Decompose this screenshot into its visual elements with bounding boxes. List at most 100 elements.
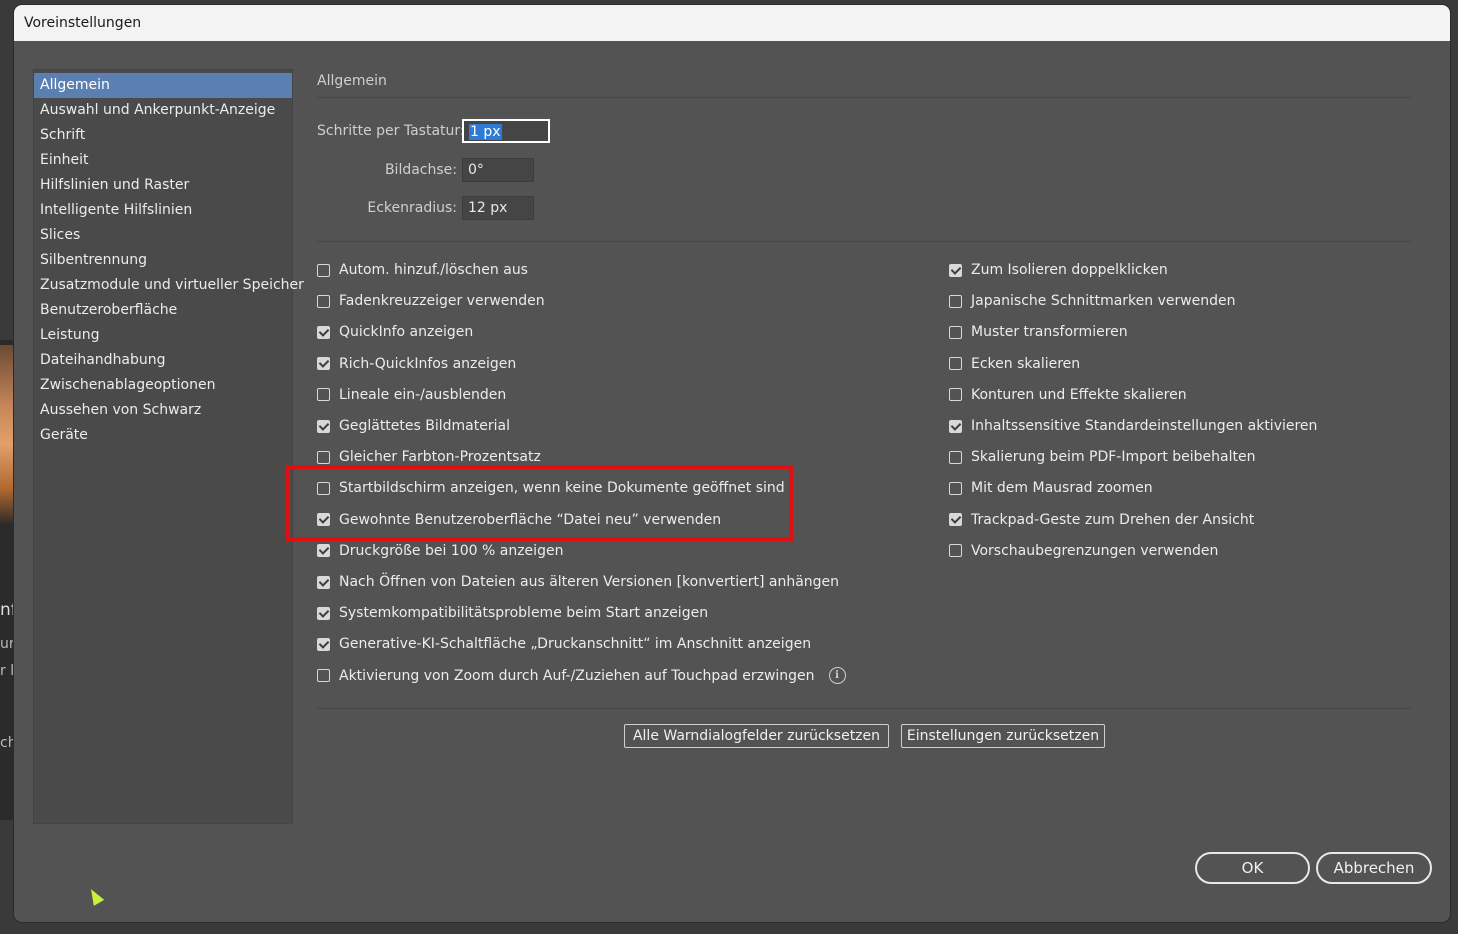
option-label: Rich-QuickInfos anzeigen xyxy=(339,355,517,372)
divider xyxy=(317,708,1412,709)
option-row[interactable]: Gleicher Farbton-Prozentsatz xyxy=(317,446,541,468)
sidebar-item[interactable]: Schrift xyxy=(34,123,292,148)
option-row[interactable]: Vorschaubegrenzungen verwenden xyxy=(949,540,1218,562)
sidebar-item[interactable]: Geräte xyxy=(34,423,292,448)
sidebar-item[interactable]: Benutzeroberfläche xyxy=(34,298,292,323)
option-label: Gleicher Farbton-Prozentsatz xyxy=(339,449,541,466)
option-row[interactable]: Muster transformieren xyxy=(949,321,1128,343)
checkbox-unchecked[interactable] xyxy=(949,450,962,464)
keyboard-increment-label: Schritte per Tastatur: xyxy=(317,123,465,139)
option-row[interactable]: Mit dem Mausrad zoomen xyxy=(949,477,1153,499)
option-row[interactable]: Nach Öffnen von Dateien aus älteren Vers… xyxy=(317,571,839,593)
option-row[interactable]: Aktivierung von Zoom durch Auf-/Zuziehen… xyxy=(317,665,846,687)
option-label: Startbildschirm anzeigen, wenn keine Dok… xyxy=(339,480,785,497)
checkbox-checked[interactable] xyxy=(949,419,962,433)
option-row[interactable]: Fadenkreuzzeiger verwenden xyxy=(317,290,545,312)
option-label: Nach Öffnen von Dateien aus älteren Vers… xyxy=(339,574,840,590)
checkbox-unchecked[interactable] xyxy=(317,450,330,464)
option-label: QuickInfo anzeigen xyxy=(339,324,474,341)
reset-warning-dialogs-button[interactable]: Alle Warndialogfelder zurücksetzen xyxy=(624,724,889,748)
ok-button[interactable]: OK xyxy=(1195,852,1310,884)
option-row[interactable]: Ecken skalieren xyxy=(949,353,1080,375)
divider xyxy=(317,97,1412,98)
checkbox-checked[interactable] xyxy=(317,419,330,433)
option-row[interactable]: Generative-KI-Schaltfläche „Druckanschni… xyxy=(317,633,811,655)
sidebar-item[interactable]: Dateihandhabung xyxy=(34,348,292,373)
option-row[interactable]: Lineale ein-/ausblenden xyxy=(317,384,506,406)
option-label: Gewohnte Benutzeroberfläche “Datei neu” … xyxy=(339,511,722,528)
option-label: Muster transformieren xyxy=(971,324,1128,341)
sidebar-item[interactable]: Allgemein xyxy=(34,73,292,98)
sidebar-item[interactable]: Intelligente Hilfslinien xyxy=(34,198,292,223)
option-label: Vorschaubegrenzungen verwenden xyxy=(971,542,1219,559)
checkbox-unchecked[interactable] xyxy=(317,481,330,495)
option-row[interactable]: Zum Isolieren doppelklicken xyxy=(949,259,1168,281)
keyboard-increment-input[interactable]: 1 px xyxy=(462,119,550,143)
option-row[interactable]: Startbildschirm anzeigen, wenn keine Dok… xyxy=(317,477,785,499)
checkbox-checked[interactable] xyxy=(317,575,330,589)
checkbox-checked[interactable] xyxy=(317,513,330,527)
checkbox-checked[interactable] xyxy=(949,263,962,277)
option-row[interactable]: Gewohnte Benutzeroberfläche “Datei neu” … xyxy=(317,509,721,531)
option-row[interactable]: Geglättetes Bildmaterial xyxy=(317,415,510,437)
checkbox-unchecked[interactable] xyxy=(317,263,330,277)
sidebar-item[interactable]: Zwischenablageoptionen xyxy=(34,373,292,398)
option-row[interactable]: Skalierung beim PDF-Import beibehalten xyxy=(949,446,1255,468)
checkbox-unchecked[interactable] xyxy=(317,669,330,683)
info-icon[interactable]: i xyxy=(828,667,846,685)
option-label: Trackpad-Geste zum Drehen der Ansicht xyxy=(971,511,1255,528)
checkbox-unchecked[interactable] xyxy=(949,357,962,371)
option-row[interactable]: Druckgröße bei 100 % anzeigen xyxy=(317,540,563,562)
checkbox-checked[interactable] xyxy=(949,513,962,527)
constrain-angle-label: Bildachse: xyxy=(384,162,457,178)
section-title: Allgemein xyxy=(317,73,387,89)
checkbox-checked[interactable] xyxy=(317,606,330,620)
sidebar-item[interactable]: Aussehen von Schwarz xyxy=(34,398,292,423)
preferences-dialog: Voreinstellungen Allgemein Auswahl und An… xyxy=(14,5,1450,922)
dialog-title: Voreinstellungen xyxy=(14,5,1450,41)
corner-radius-input[interactable]: 12 px xyxy=(462,196,534,220)
checkbox-unchecked[interactable] xyxy=(949,544,962,558)
sidebar-item[interactable]: Auswahl und Ankerpunkt-Anzeige xyxy=(34,98,292,123)
constrain-angle-input[interactable]: 0° xyxy=(462,158,534,182)
option-label: Autom. hinzuf./löschen aus xyxy=(339,262,528,278)
option-label: Mit dem Mausrad zoomen xyxy=(971,480,1153,497)
checkbox-unchecked[interactable] xyxy=(949,388,962,402)
option-row[interactable]: Japanische Schnittmarken verwenden xyxy=(949,290,1236,312)
sidebar-item[interactable]: Leistung xyxy=(34,323,292,348)
option-label: Lineale ein-/ausblenden xyxy=(339,386,507,403)
option-label: Systemkompatibilitätsprobleme beim Start… xyxy=(339,605,709,622)
option-label: Geglättetes Bildmaterial xyxy=(339,418,510,434)
option-label: Generative-KI-Schaltfläche „Druckanschni… xyxy=(339,636,812,653)
checkbox-unchecked[interactable] xyxy=(949,325,962,339)
option-row[interactable]: Inhaltssensitive Standardeinstellungen a… xyxy=(949,415,1317,437)
checkbox-unchecked[interactable] xyxy=(949,294,962,308)
sidebar-item[interactable]: Slices xyxy=(34,223,292,248)
option-row[interactable]: Systemkompatibilitätsprobleme beim Start… xyxy=(317,602,708,624)
option-row[interactable]: QuickInfo anzeigen xyxy=(317,321,473,343)
option-row[interactable]: Autom. hinzuf./löschen aus xyxy=(317,259,528,281)
checkbox-checked[interactable] xyxy=(317,357,330,371)
preferences-category-list: Allgemein Auswahl und Ankerpunkt-Anzeige S… xyxy=(33,69,304,824)
cancel-button[interactable]: Abbrechen xyxy=(1316,852,1432,884)
sidebar-item[interactable]: Einheit xyxy=(34,148,292,173)
sidebar-item[interactable]: Hilfslinien und Raster xyxy=(34,173,292,198)
option-label: Aktivierung von Zoom durch Auf-/Zuziehen… xyxy=(339,667,815,684)
checkbox-checked[interactable] xyxy=(317,637,330,651)
option-row[interactable]: Konturen und Effekte skalieren xyxy=(949,384,1187,406)
option-row[interactable]: Trackpad-Geste zum Drehen der Ansicht xyxy=(949,509,1254,531)
option-label: Druckgröße bei 100 % anzeigen xyxy=(339,542,564,559)
reset-preferences-button[interactable]: Einstellungen zurücksetzen xyxy=(901,724,1105,748)
checkbox-checked[interactable] xyxy=(317,325,330,339)
checkbox-checked[interactable] xyxy=(317,544,330,558)
sidebar-item[interactable]: Silbentrennung xyxy=(34,248,292,273)
option-row[interactable]: Rich-QuickInfos anzeigen xyxy=(317,353,516,375)
checkbox-unchecked[interactable] xyxy=(317,388,330,402)
option-label: Inhaltssensitive Standardeinstellungen a… xyxy=(971,418,1318,434)
option-label: Skalierung beim PDF-Import beibehalten xyxy=(971,449,1256,466)
divider xyxy=(317,241,1412,242)
option-label: Konturen und Effekte skalieren xyxy=(971,386,1187,403)
checkbox-unchecked[interactable] xyxy=(949,481,962,495)
sidebar-item[interactable]: Zusatzmodule und virtueller Speicher xyxy=(34,273,304,298)
checkbox-unchecked[interactable] xyxy=(317,294,330,308)
